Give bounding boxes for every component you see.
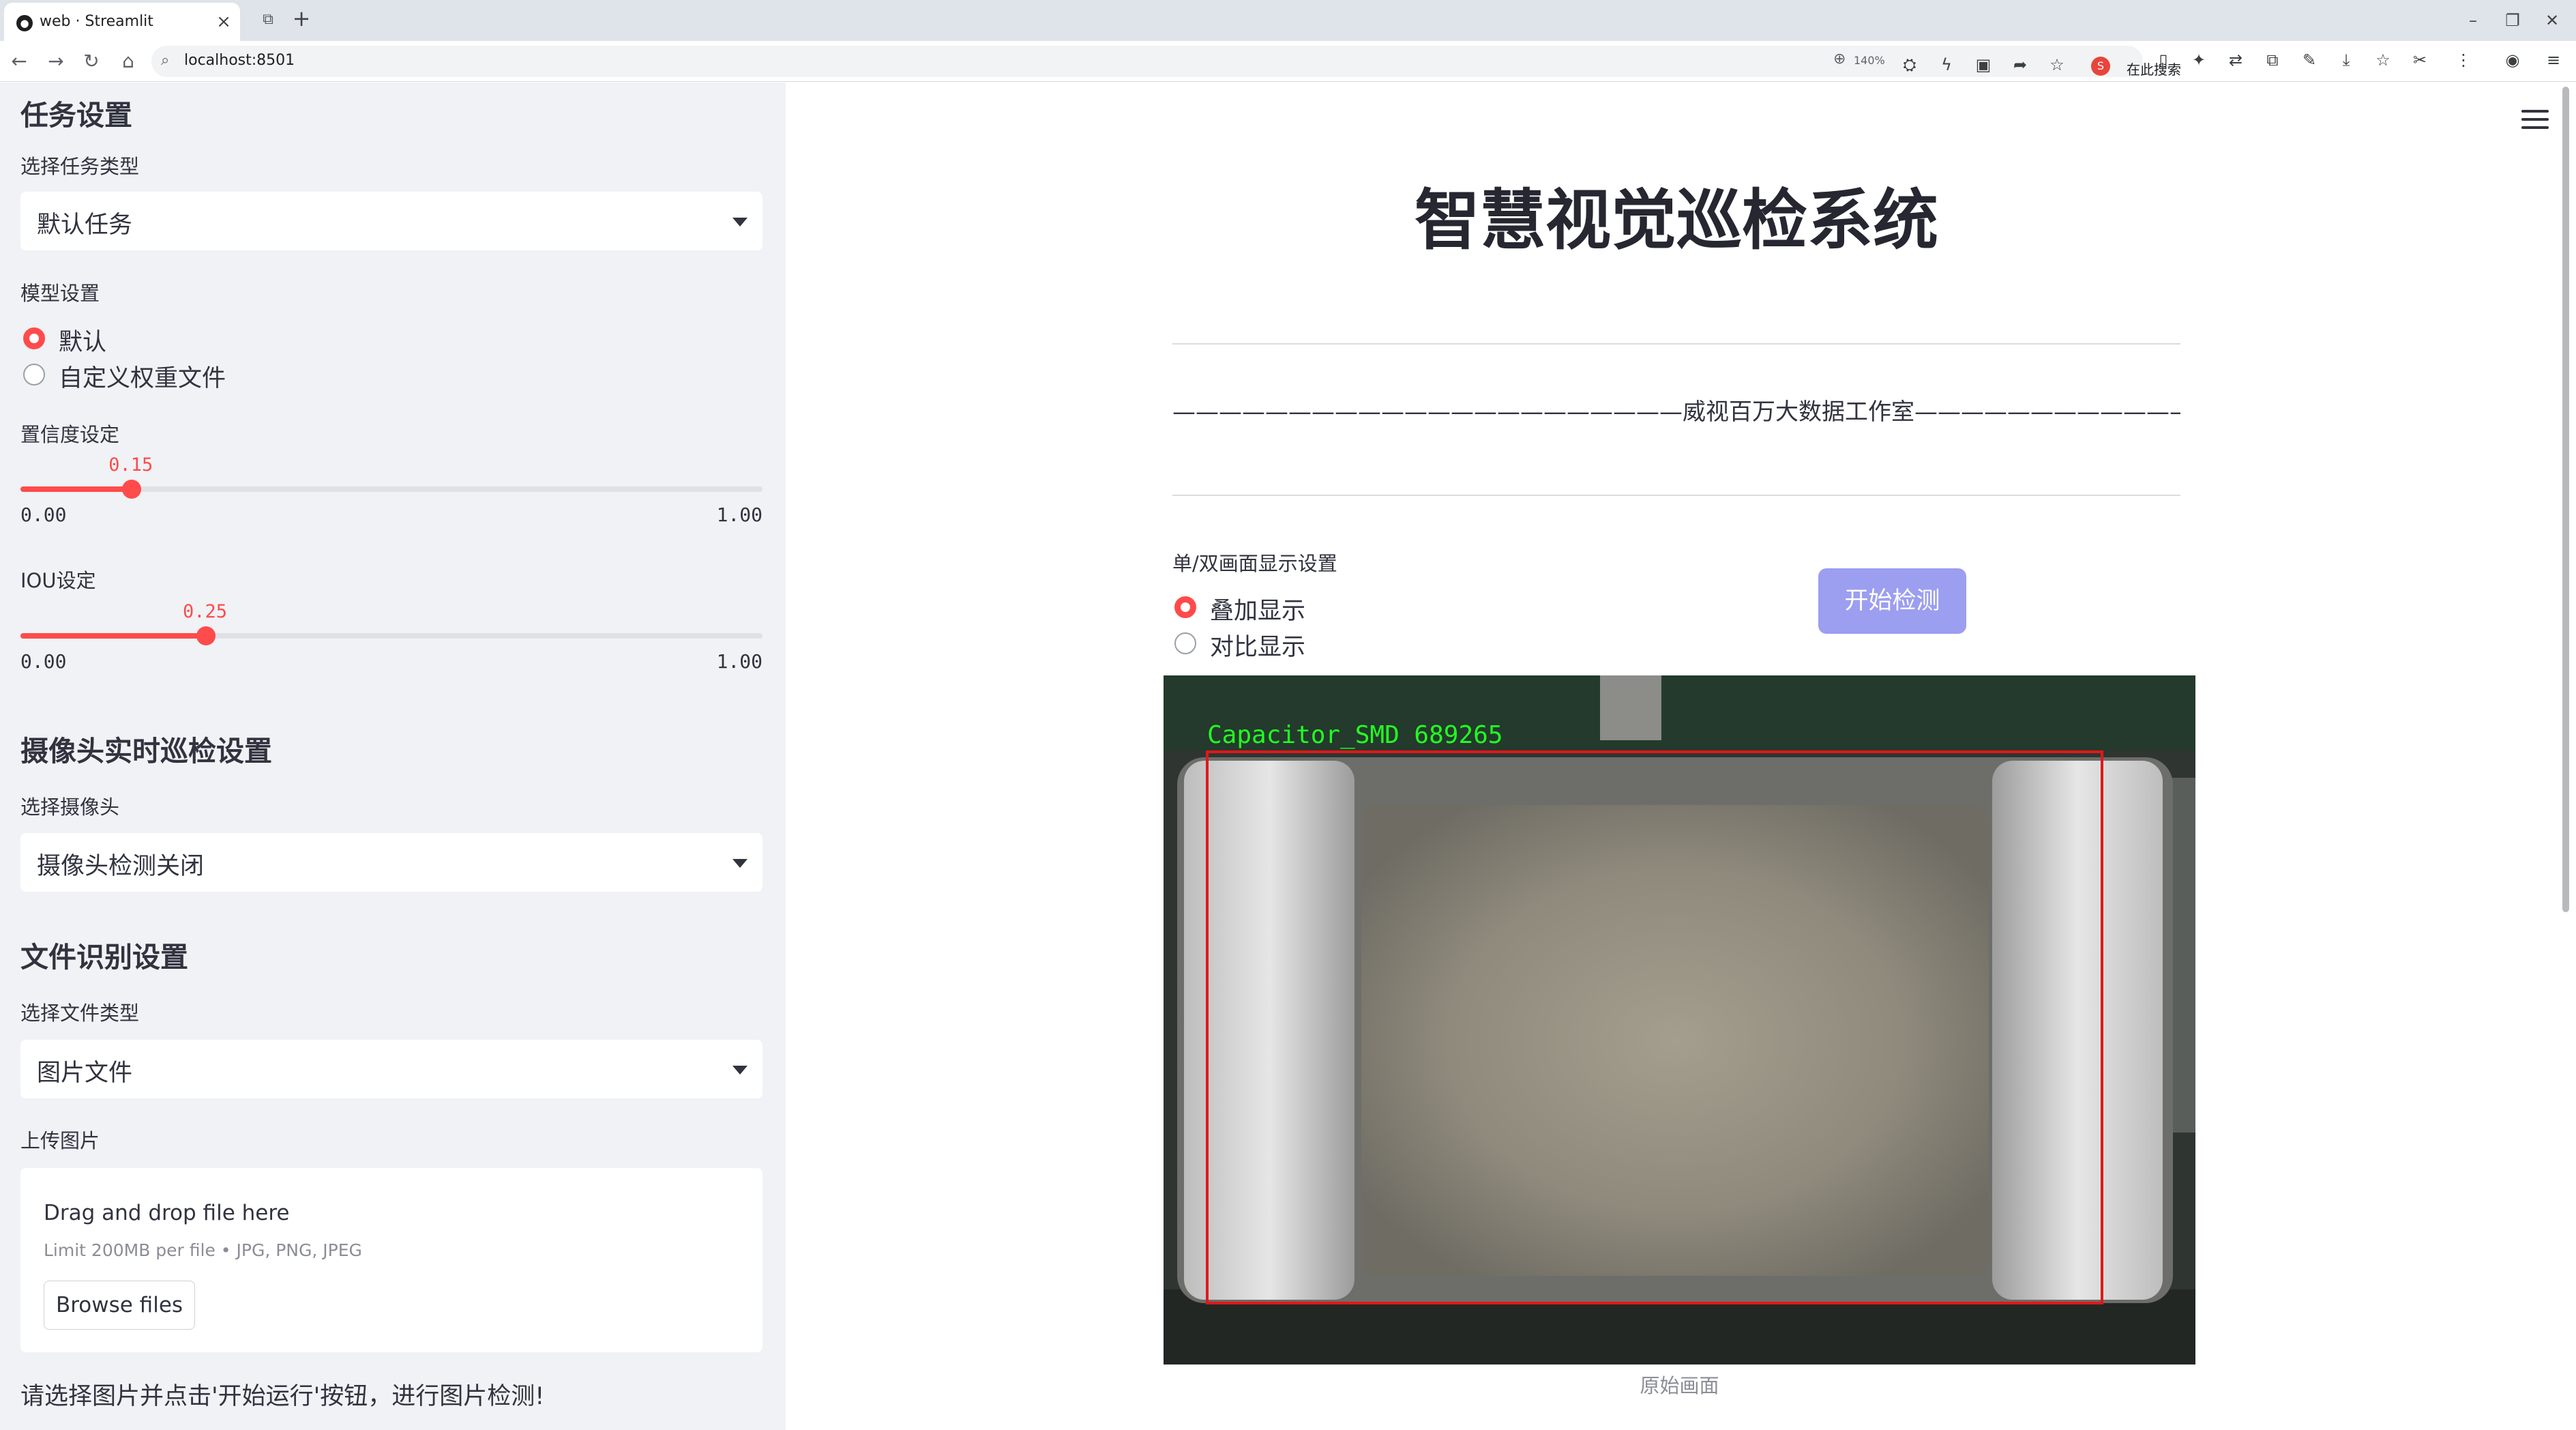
browser-toolbar: ← → ↻ ⌂ ⌕ localhost:8501 ⊕ 140% ⛭ ϟ ▣ ➦ … [0, 41, 2576, 82]
slider-value: 0.15 [108, 454, 153, 476]
search-icon: ⌕ [161, 52, 170, 69]
image-caption: 原始画面 [1640, 1374, 1719, 1397]
start-detection-button[interactable]: 开始检测 [1818, 568, 1966, 634]
share-icon[interactable]: ➦ [2008, 53, 2032, 77]
detection-image: Capacitor_SMD 689265 [1164, 675, 2195, 1365]
page-title: 智慧视觉巡检系统 [1415, 182, 1938, 259]
download-icon[interactable]: ⤓ [2334, 48, 2358, 72]
tab-groups-icon[interactable]: ⧉ [258, 10, 278, 30]
slider-thumb[interactable] [196, 626, 216, 645]
restore-icon[interactable]: ❐ [2493, 7, 2532, 34]
new-tab-icon[interactable]: + [289, 7, 314, 31]
cut-icon[interactable]: ✂ [2408, 48, 2432, 72]
file-type-value: 图片文件 [37, 1060, 133, 1087]
task-type-label: 选择任务类型 [20, 155, 140, 178]
file-dropzone[interactable]: Drag and drop file here Limit 200MB per … [20, 1168, 763, 1352]
dropzone-text: Drag and drop file here [44, 1201, 290, 1225]
page-subtitle: ——————————————————————威视百万大数据工作室————————… [1172, 398, 2180, 426]
close-tab-icon[interactable]: × [211, 10, 236, 34]
search-engine-logo-icon: S [2091, 57, 2110, 76]
slider-thumb[interactable] [122, 480, 142, 499]
task-settings-heading: 任务设置 [20, 99, 132, 132]
radio-unselected-icon[interactable] [1174, 632, 1196, 654]
chevron-down-icon [732, 859, 747, 868]
upload-hint: 请选择图片并点击'开始运行'按钮，进行图片检测! [20, 1383, 545, 1410]
slider-max: 1.00 [716, 650, 763, 673]
slider-max: 1.00 [716, 504, 763, 526]
device-icon[interactable]: ▯ [2151, 48, 2176, 72]
back-icon[interactable]: ← [7, 49, 31, 74]
browse-files-button[interactable]: Browse files [44, 1281, 195, 1330]
chevron-down-icon [732, 1066, 747, 1075]
browser-tab[interactable]: ● web · Streamlit × [4, 3, 240, 41]
task-type-select[interactable]: 默认任务 [20, 192, 763, 250]
more-vertical-icon[interactable]: ⋮ [2451, 48, 2476, 72]
display-option-label: 叠加显示 [1210, 598, 1306, 625]
bookmark-star-icon[interactable]: ☆ [2045, 53, 2069, 77]
slider-fill [20, 486, 132, 492]
slider-fill [20, 633, 206, 639]
main-content: 智慧视觉巡检系统 ——————————————————————威视百万大数据工作… [786, 83, 2576, 1430]
screenshot-icon[interactable]: ▣ [1971, 53, 1996, 77]
browser-menu-icon[interactable]: ≡ [2541, 48, 2566, 72]
model-settings-label: 模型设置 [20, 282, 100, 305]
camera-select[interactable]: 摄像头检测关闭 [20, 833, 763, 892]
divider [1172, 495, 2180, 496]
dropzone-limit: Limit 200MB per file • JPG, PNG, JPEG [44, 1240, 362, 1260]
file-type-label: 选择文件类型 [20, 1002, 140, 1025]
home-icon[interactable]: ⌂ [116, 49, 140, 74]
camera-select-value: 摄像头检测关闭 [37, 853, 205, 880]
model-option-label: 默认 [59, 329, 107, 356]
window-close-icon[interactable]: ✕ [2533, 7, 2571, 34]
radio-selected-icon[interactable] [23, 327, 45, 349]
iou-label: IOU设定 [20, 569, 96, 592]
minimize-icon[interactable]: – [2454, 7, 2492, 34]
camera-settings-heading: 摄像头实时巡检设置 [20, 735, 272, 768]
iou-slider[interactable]: 0.25 0.00 1.00 [20, 601, 763, 676]
profile-avatar-icon[interactable]: ◉ [2500, 48, 2525, 72]
hamburger-menu-icon[interactable] [2521, 107, 2549, 134]
task-type-value: 默认任务 [37, 211, 133, 239]
radio-unselected-icon[interactable] [23, 364, 45, 385]
extension-copy-icon[interactable]: ⧉ [2260, 48, 2285, 72]
zoom-level: 140% [1854, 54, 1885, 67]
divider [1172, 343, 2180, 345]
display-mode-label: 单/双画面显示设置 [1172, 552, 1337, 575]
detection-label: Capacitor_SMD 689265 [1207, 721, 1502, 749]
favorites-icon[interactable]: ☆ [2371, 48, 2395, 72]
extension-pen-icon[interactable]: ✎ [2297, 48, 2322, 72]
forward-icon[interactable]: → [44, 49, 68, 74]
display-option-label: 对比显示 [1210, 634, 1306, 661]
confidence-slider[interactable]: 0.15 0.00 1.00 [20, 454, 763, 529]
zoom-icon[interactable]: ⊕ [1833, 50, 1846, 68]
extension-translate-icon[interactable]: ⇄ [2223, 48, 2248, 72]
file-settings-heading: 文件识别设置 [20, 941, 188, 974]
model-option-label: 自定义权重文件 [59, 365, 226, 392]
confidence-label: 置信度设定 [20, 423, 120, 446]
tab-title: web · Streamlit [40, 13, 153, 30]
slider-min: 0.00 [20, 650, 67, 673]
slider-value: 0.25 [183, 601, 228, 622]
browser-tab-bar: ● web · Streamlit × ⧉ + – ❐ ✕ [0, 0, 2576, 41]
streamlit-favicon-icon: ● [16, 15, 33, 31]
address-bar[interactable]: ⌕ localhost:8501 ⊕ 140% ⛭ ϟ ▣ ➦ ☆ S 在此搜索 [151, 46, 2181, 78]
camera-select-label: 选择摄像头 [20, 796, 120, 819]
slider-min: 0.00 [20, 504, 67, 526]
chevron-down-icon [732, 218, 747, 227]
translate-icon[interactable]: ⛭ [1897, 53, 1922, 77]
url-text: localhost:8501 [184, 52, 295, 69]
extension-ai-icon[interactable]: ✦ [2187, 48, 2211, 72]
sidebar: 任务设置 选择任务类型 默认任务 模型设置 默认 自定义权重文件 置信度设定 0… [0, 83, 786, 1430]
radio-selected-icon[interactable] [1174, 596, 1196, 618]
file-type-select[interactable]: 图片文件 [20, 1040, 763, 1098]
reload-icon[interactable]: ↻ [79, 49, 104, 74]
lightning-icon[interactable]: ϟ [1934, 53, 1959, 77]
upload-label: 上传图片 [20, 1129, 100, 1152]
